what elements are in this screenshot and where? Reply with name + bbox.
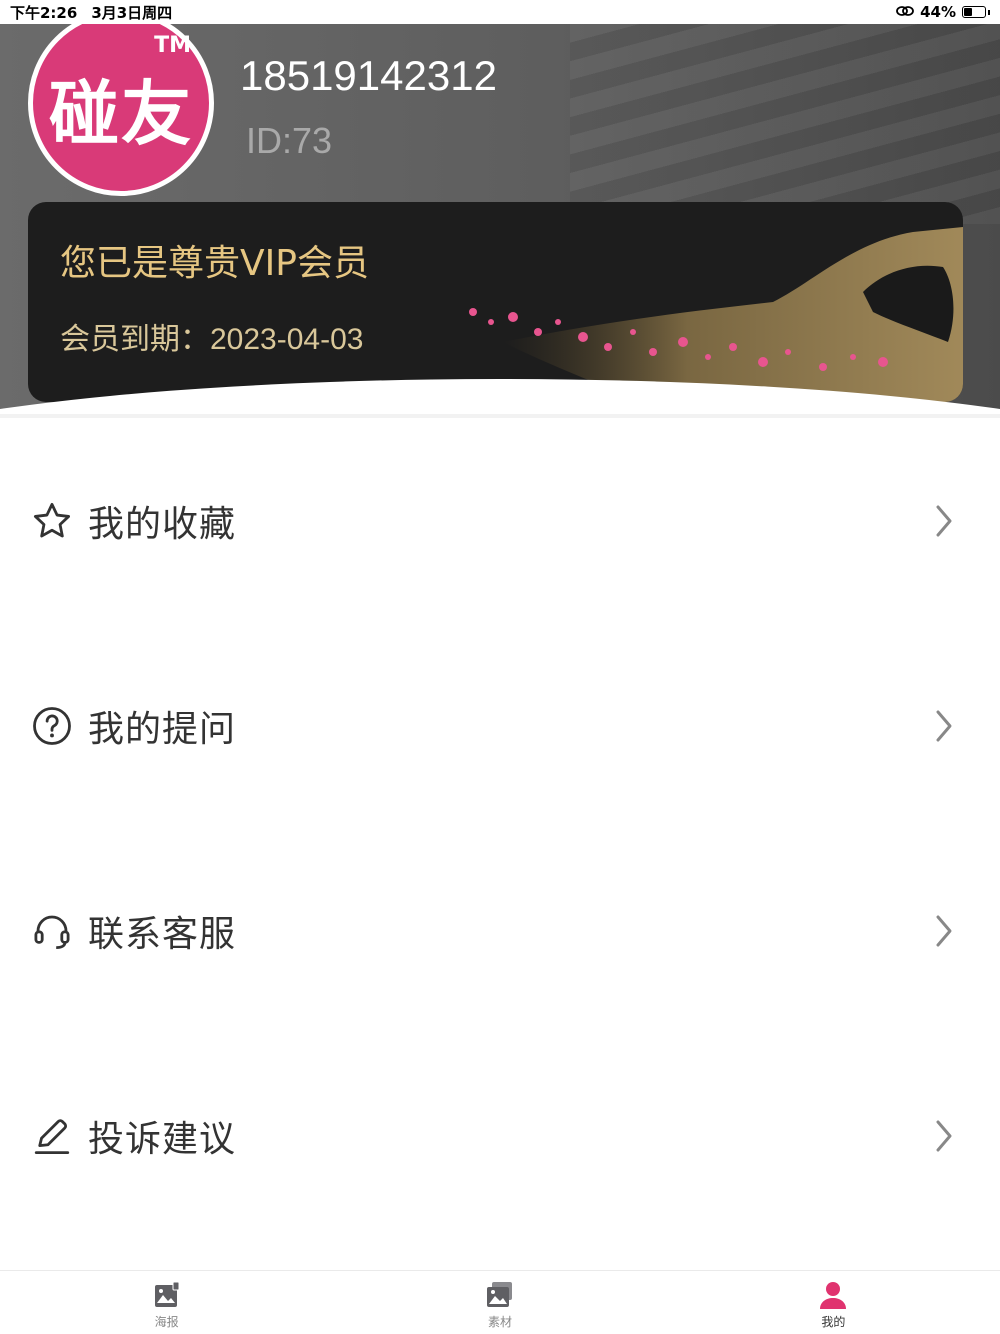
bottom-tab-bar: 海报 素材 我的 <box>0 1270 1000 1334</box>
avatar[interactable]: 碰友 TM <box>28 24 214 196</box>
menu-item-questions[interactable]: 我的提问 <box>0 623 1000 828</box>
vip-expire-date: 会员到期：2023-04-03 <box>60 323 364 356</box>
question-circle-icon <box>30 704 74 748</box>
user-id: ID:73 <box>246 120 333 161</box>
header-background <box>570 24 1000 224</box>
battery-tip <box>988 9 990 15</box>
tab-label: 海报 <box>154 1315 179 1329</box>
headset-icon <box>30 909 74 953</box>
avatar-logo-text: 碰友 <box>49 72 193 155</box>
chevron-right-icon <box>932 706 956 746</box>
menu-item-label: 我的提问 <box>88 708 237 750</box>
chevron-right-icon <box>932 501 956 541</box>
status-bar: 下午2:26 3月3日周四 44% <box>0 0 1000 24</box>
tab-materials[interactable]: 素材 <box>333 1271 666 1334</box>
edit-icon <box>30 1114 74 1158</box>
chevron-right-icon <box>932 1116 956 1156</box>
menu-item-feedback[interactable]: 投诉建议 <box>0 1033 1000 1238</box>
avatar-trademark: TM <box>154 33 191 58</box>
menu-item-customer-service[interactable]: 联系客服 <box>0 828 1000 1033</box>
tab-mine[interactable]: 我的 <box>667 1271 1000 1334</box>
menu-item-favorites[interactable]: 我的收藏 <box>0 418 1000 623</box>
menu-item-label: 联系客服 <box>88 913 237 955</box>
battery-icon <box>962 6 986 18</box>
user-icon <box>820 1282 847 1309</box>
vip-decoration-illustration <box>469 227 963 402</box>
user-phone: 18519142312 <box>240 52 497 99</box>
vip-title: 您已是尊贵VIP会员 <box>60 243 369 284</box>
profile-page: 下午2:26 3月3日周四 44% 碰友 TM 18519142312 ID:7… <box>0 0 1000 1334</box>
battery-percent: 44% <box>920 3 956 21</box>
tab-label: 素材 <box>487 1315 512 1329</box>
link-icon <box>896 3 914 21</box>
status-date: 3月3日周四 <box>91 3 173 22</box>
gallery-icon <box>486 1282 512 1307</box>
poster-icon <box>154 1281 180 1307</box>
tab-label: 我的 <box>821 1315 846 1329</box>
tab-poster[interactable]: 海报 <box>0 1271 333 1334</box>
status-time: 下午2:26 <box>10 3 78 22</box>
profile-header: 碰友 TM 18519142312 ID:73 您已是尊贵VIP会员 会员到期：… <box>0 24 1000 420</box>
menu-item-label: 投诉建议 <box>88 1118 237 1160</box>
profile-menu: 我的收藏 我的提问 联系客服 投诉建议 <box>0 418 1000 1238</box>
vip-card[interactable]: 您已是尊贵VIP会员 会员到期：2023-04-03 <box>28 202 963 402</box>
star-icon <box>30 499 74 543</box>
menu-item-label: 我的收藏 <box>88 503 237 545</box>
chevron-right-icon <box>932 911 956 951</box>
